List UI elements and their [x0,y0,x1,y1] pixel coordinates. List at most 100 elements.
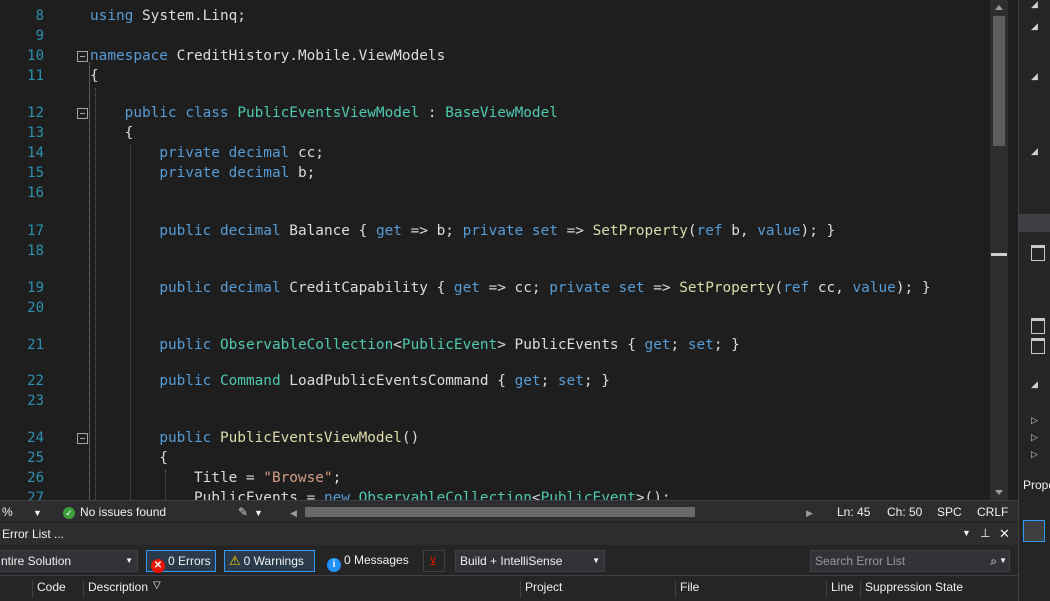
code-line[interactable]: 24 public PublicEventsViewModel() [0,429,990,448]
code-line[interactable]: 17 public decimal Balance { get => b; pr… [0,222,990,241]
scrollbar-thumb[interactable] [993,16,1005,146]
code-line[interactable]: 10 namespace CreditHistory.Mobile.ViewMod… [0,47,990,66]
collapsed-arrow-icon[interactable]: ▷ [1031,416,1038,426]
hscroll-right-arrow[interactable]: ▶ [806,506,813,520]
expand-arrow-icon[interactable]: ◢ [1031,147,1038,157]
code-token: public [159,280,212,296]
filter-dropdown-icon[interactable]: ▽ [153,580,161,591]
line-ending-indicator[interactable]: CRLF [977,505,1008,519]
expand-arrow-icon[interactable]: ◢ [1031,72,1038,82]
code-text[interactable]: public class PublicEventsViewModel : Bas… [90,104,558,123]
build-filter-dropdown[interactable]: Build + IntelliSense ▼ [455,550,605,572]
scroll-down-arrow[interactable] [995,490,1003,495]
collapse-toggle-icon[interactable] [77,108,88,119]
code-line[interactable]: 19 public decimal CreditCapability { get… [0,279,990,298]
collapsed-arrow-icon[interactable]: ▷ [1031,450,1038,460]
line-indicator[interactable]: Ln: 45 [837,505,870,519]
code-token: => [557,223,593,239]
code-text[interactable]: private decimal b; [90,164,315,183]
properties-panel[interactable]: Prope [1018,470,1050,601]
code-line[interactable]: 13 { [0,124,990,143]
code-line[interactable]: 22 public Command LoadPublicEventsComman… [0,372,990,391]
warnings-filter-button[interactable]: ⚠ 0 Warnings [224,550,315,572]
code-text[interactable]: public ObservableCollection<PublicEvent>… [90,336,740,355]
vertical-scrollbar[interactable] [990,0,1008,500]
scope-dropdown[interactable]: ntire Solution ▼ [0,550,138,572]
search-icon[interactable]: ⌕ [990,551,997,571]
code-text[interactable]: Title = "Browse"; [90,469,341,488]
code-text[interactable]: private decimal cc; [90,144,324,163]
code-text[interactable]: PublicEvents = new ObservableCollection<… [90,489,671,500]
code-line[interactable]: 12 public class PublicEventsViewModel : … [0,104,990,123]
code-text[interactable]: { [90,124,134,143]
zoom-level[interactable]: % [2,505,13,519]
code-token: System.Linq; [133,8,246,24]
code-line[interactable]: 15 private decimal b; [0,164,990,183]
code-editor[interactable]: 8 using System.Linq; 9 10 namespace CreditHi… [0,0,990,500]
code-line[interactable]: 25 { [0,449,990,468]
search-error-list-box[interactable]: Search Error List ⌕ ▼ [810,550,1010,572]
errors-filter-button[interactable]: ✕ 0 Errors [146,550,216,573]
column-header-code[interactable]: Code [32,580,66,598]
issues-status[interactable]: No issues found [80,505,166,519]
collapse-toggle-icon[interactable] [77,51,88,62]
brush-icon[interactable]: ✎ [238,505,248,519]
code-line[interactable]: 8 using System.Linq; [0,7,990,26]
code-line[interactable]: 26 Title = "Browse"; [0,469,990,488]
collapse-toggle-icon[interactable] [77,433,88,444]
dropdown-icon[interactable]: ▼ [962,528,971,538]
column-header-description[interactable]: Description [83,580,148,598]
error-list-titlebar[interactable]: Error List ... ▼ ⊥ ✕ [0,523,1018,545]
messages-filter-button[interactable]: i0 Messages [323,550,411,572]
close-icon[interactable]: ✕ [999,526,1010,542]
chevron-down-icon[interactable]: ▼ [999,551,1007,571]
whitespace-indicator[interactable]: SPC [937,505,962,519]
code-line[interactable]: 21 public ObservableCollection<PublicEve… [0,336,990,355]
brush-dropdown-icon[interactable]: ▼ [254,506,263,520]
code-token: PublicEvent [540,490,636,500]
pin-icon[interactable]: ⊥ [980,526,990,540]
column-header-project[interactable]: Project [520,580,562,598]
scroll-up-arrow[interactable] [995,5,1003,10]
collapsed-arrow-icon[interactable]: ▷ [1031,433,1038,443]
solution-explorer-panel[interactable]: ◢ ◢ ◢ ◢ ◢ ▷ ▷ ▷ [1018,0,1050,470]
horizontal-scrollbar-thumb[interactable] [305,507,695,517]
code-token: () [401,430,420,446]
expand-arrow-icon[interactable]: ◢ [1031,380,1038,390]
code-text[interactable]: { [90,67,99,86]
code-line[interactable]: 20 [0,299,990,318]
expand-arrow-icon[interactable]: ◢ [1031,0,1038,10]
code-line[interactable]: 27 PublicEvents = new ObservableCollecti… [0,489,990,500]
code-token: => b; [401,223,463,239]
code-text[interactable]: public PublicEventsViewModel() [90,429,419,448]
code-text[interactable]: { [90,449,168,468]
code-text[interactable]: public decimal Balance { get => b; priva… [90,222,835,241]
properties-toolbar-icon[interactable] [1023,520,1045,542]
selected-row[interactable] [1019,214,1050,232]
expand-arrow-icon[interactable]: ◢ [1031,22,1038,32]
code-line[interactable]: 9 [0,27,990,46]
code-line[interactable]: 23 [0,392,990,411]
column-indicator[interactable]: Ch: 50 [887,505,922,519]
line-number: 9 [35,28,44,44]
column-header-suppression-state[interactable]: Suppression State [860,580,963,598]
properties-label[interactable]: Prope [1023,478,1050,492]
code-line[interactable]: 18 [0,242,990,261]
code-line[interactable]: 14 private decimal cc; [0,144,990,163]
code-text[interactable]: namespace CreditHistory.Mobile.ViewModel… [90,47,445,66]
code-text[interactable]: using System.Linq; [90,7,246,26]
code-line[interactable]: 16 [0,184,990,203]
code-line[interactable]: 11 { [0,67,990,86]
column-header-line[interactable]: Line [826,580,854,598]
search-input[interactable]: Search Error List [815,554,905,568]
clear-filter-button[interactable]: ⊻ [423,550,445,572]
document-icon [1031,318,1045,334]
column-header-file[interactable]: File [675,580,699,598]
hscroll-left-arrow[interactable]: ◀ [290,506,297,520]
line-number: 16 [27,185,44,201]
code-text[interactable]: public Command LoadPublicEventsCommand {… [90,372,610,391]
zoom-dropdown-icon[interactable]: ▼ [33,506,42,520]
code-text[interactable]: public decimal CreditCapability { get =>… [90,279,930,298]
